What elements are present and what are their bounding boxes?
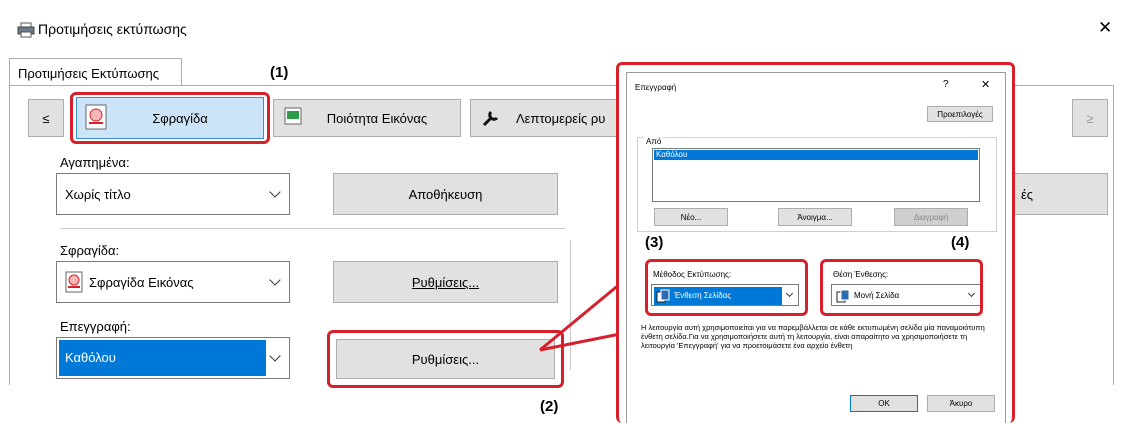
list-item-label: Καθόλου: [656, 150, 688, 159]
overlay-list[interactable]: Καθόλου: [652, 148, 980, 202]
delete-label: Διαγραφή: [913, 212, 949, 222]
from-group: Από Καθόλου Νέο... Άνοιγμα... Διαγραφή: [637, 137, 997, 232]
overlay-dialog: Επεγγραφή ? ✕ Προεπιλογές Από Καθόλου Νέ…: [626, 72, 1006, 423]
new-label: Νέο...: [680, 212, 702, 222]
delete-button[interactable]: Διαγραφή: [894, 208, 968, 226]
callout-box-3: [645, 259, 808, 316]
dialog-title: Επεγγραφή: [635, 83, 677, 92]
from-label: Από: [644, 137, 664, 146]
defaults-label: Προεπιλογές: [937, 109, 983, 119]
callout-4: (4): [951, 234, 970, 251]
help-icon[interactable]: ?: [943, 79, 949, 90]
callout-box-4: [820, 259, 983, 316]
open-button[interactable]: Άνοιγμα...: [778, 208, 852, 226]
list-item[interactable]: Καθόλου: [654, 150, 978, 160]
callout-3: (3): [645, 234, 664, 251]
cancel-label: Άκυρο: [949, 399, 973, 408]
cancel-button[interactable]: Άκυρο: [927, 395, 995, 412]
ok-button[interactable]: OK: [850, 395, 918, 412]
defaults-button[interactable]: Προεπιλογές: [927, 106, 993, 122]
new-button[interactable]: Νέο...: [654, 208, 728, 226]
dialog-description: Η λειτουργία αυτή χρησιμοποιείται για να…: [641, 323, 985, 350]
ok-label: OK: [878, 399, 890, 408]
dialog-close-icon[interactable]: ✕: [981, 78, 990, 91]
open-label: Άνοιγμα...: [797, 212, 833, 222]
